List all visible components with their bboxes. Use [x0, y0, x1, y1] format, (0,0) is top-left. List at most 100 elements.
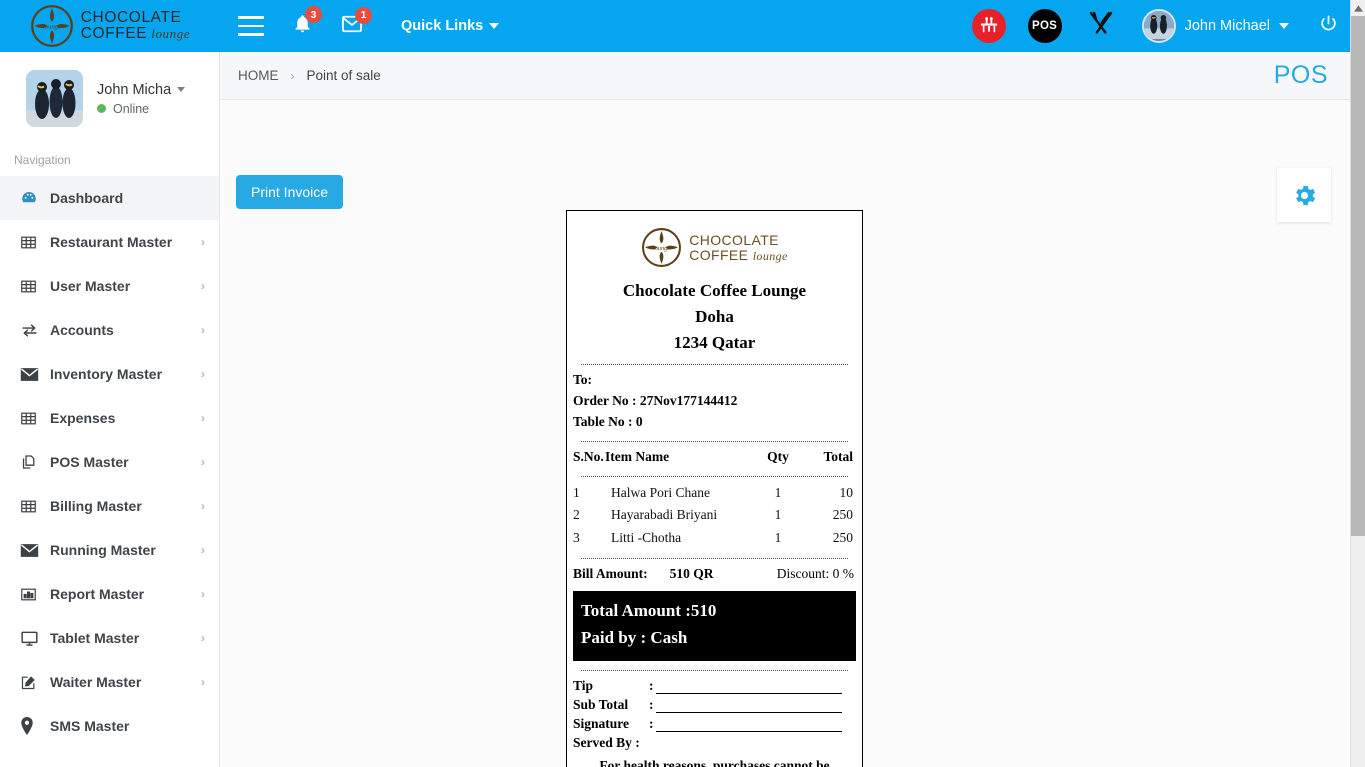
- settings-button[interactable]: [1277, 168, 1331, 222]
- sidebar-item-pos-master[interactable]: POS Master ›: [0, 440, 219, 484]
- chevron-down-icon: [1279, 23, 1289, 29]
- breadcrumb-current: Point of sale: [306, 68, 381, 83]
- discount-value: 0 %: [832, 565, 854, 581]
- quick-links-dropdown[interactable]: Quick Links: [401, 18, 500, 34]
- status-dot-icon: [97, 104, 106, 113]
- receipt-total-banner: Total Amount :510 Paid by : Cash: [573, 590, 856, 661]
- cutlery-button[interactable]: [1086, 9, 1116, 44]
- tip-field-row: Tip :: [571, 676, 858, 695]
- sidebar-item-dashboard[interactable]: Dashboard: [0, 176, 219, 220]
- notifications-badge: 3: [305, 6, 322, 23]
- chevron-right-icon: ›: [201, 675, 205, 689]
- monitor-icon: [20, 630, 50, 647]
- grid-icon: [20, 234, 50, 251]
- item-qty: 1: [774, 529, 782, 545]
- receipt-city: Doha: [695, 306, 734, 326]
- main-content: HOME › Point of sale POS Print Invoice l…: [220, 52, 1350, 767]
- sidebar-item-user-master[interactable]: User Master ›: [0, 264, 219, 308]
- bar-chart-icon: [20, 586, 50, 603]
- receipt-to-label: To:: [573, 372, 593, 388]
- sidebar-item-label: Running Master: [50, 542, 156, 558]
- profile-name-label: John Micha: [97, 81, 172, 98]
- sidebar-item-sms-master[interactable]: SMS Master: [0, 704, 219, 748]
- chevron-right-icon: ›: [201, 543, 205, 557]
- grid-icon: [20, 410, 50, 427]
- chocolate-coffee-lounge-logo-icon: lounge: [642, 228, 682, 267]
- fork-knife-icon: [1089, 11, 1112, 34]
- exchange-icon: [20, 322, 50, 339]
- divider: [581, 476, 848, 478]
- item-name: Litti -Chotha: [611, 529, 682, 545]
- sidebar-item-report-master[interactable]: Report Master ›: [0, 572, 219, 616]
- grid-icon: [20, 498, 50, 515]
- signature-label: Signature: [573, 715, 630, 731]
- chevron-right-icon: ›: [201, 455, 205, 469]
- chevron-right-icon: ›: [201, 499, 205, 513]
- column-header-total: Total: [823, 449, 853, 465]
- svg-text:lounge: lounge: [43, 24, 61, 31]
- chevron-right-icon: ›: [201, 411, 205, 425]
- sidebar-item-running-master[interactable]: Running Master ›: [0, 528, 219, 572]
- brand-logo-area[interactable]: lounge CHOCOLATE COFFEE lounge: [0, 0, 220, 52]
- avatar-image: [1143, 11, 1174, 39]
- receipt-items-list: 1 Halwa Pori Chane 1 10 2 Hayarabadi Briyani 1…: [571, 482, 858, 549]
- item-sno: 1: [573, 485, 580, 501]
- sidebar-item-accounts[interactable]: Accounts ›: [0, 308, 219, 352]
- bill-amount-label: Bill Amount:: [573, 565, 648, 581]
- column-header-qty: Qty: [767, 449, 789, 465]
- pos-button[interactable]: POS: [1027, 9, 1062, 43]
- receipt-table-header: S.No. Item Name Qty Total: [571, 447, 858, 467]
- sidebar-item-restaurant-master[interactable]: Restaurant Master ›: [0, 220, 219, 264]
- table-booking-button[interactable]: [971, 9, 1006, 43]
- receipt-address: 1234 Qatar: [673, 332, 756, 352]
- user-menu[interactable]: John Michael: [1141, 9, 1289, 43]
- page-scrollbar[interactable]: [1350, 0, 1365, 767]
- receipt-table-no: Table No : 0: [573, 413, 643, 429]
- divider: [581, 364, 848, 366]
- sidebar-item-inventory-master[interactable]: Inventory Master ›: [0, 352, 219, 396]
- sidebar-item-waiter-master[interactable]: Waiter Master ›: [0, 660, 219, 704]
- print-invoice-button[interactable]: Print Invoice: [236, 175, 344, 209]
- receipt-logo: lounge CHOCOLATE COFFEE lounge: [571, 227, 858, 268]
- divider: [581, 557, 848, 559]
- sidebar-item-label: SMS Master: [50, 718, 130, 734]
- sidebar-item-expenses[interactable]: Expenses ›: [0, 396, 219, 440]
- chocolate-coffee-lounge-logo-icon: lounge: [30, 5, 73, 47]
- paid-by-text: Paid by : Cash: [581, 627, 688, 647]
- breadcrumb-home[interactable]: HOME: [238, 68, 279, 83]
- scroll-up-arrow-icon[interactable]: [1351, 0, 1365, 16]
- notifications-button[interactable]: 3: [292, 6, 322, 39]
- colon: :: [649, 677, 654, 693]
- item-qty: 1: [774, 485, 782, 501]
- gear-icon: [1295, 185, 1315, 205]
- sidebar-item-label: Report Master: [50, 586, 145, 602]
- sidebar-nav-list: Dashboard Restaurant Master › User Master › A…: [0, 176, 219, 748]
- item-total: 250: [832, 507, 853, 523]
- receipt-store-name: Chocolate Coffee Lounge: [622, 281, 807, 300]
- breadcrumb-bar: HOME › Point of sale POS: [220, 52, 1350, 100]
- colon: :: [649, 715, 654, 731]
- bill-amount-value: 510 QR: [669, 565, 714, 581]
- divider: [581, 669, 848, 671]
- item-sno: 2: [573, 507, 580, 523]
- column-header-item: Item Name: [605, 449, 670, 465]
- item-qty: 1: [774, 507, 782, 523]
- colon: :: [649, 696, 654, 712]
- quick-links-label: Quick Links: [401, 18, 484, 34]
- chevron-down-icon: [489, 23, 500, 29]
- logout-button[interactable]: [1319, 14, 1338, 38]
- receipt-logo-line-2: COFFEE: [689, 246, 749, 263]
- hamburger-icon[interactable]: [238, 16, 264, 36]
- item-sno: 3: [573, 529, 580, 545]
- top-header: lounge CHOCOLATE COFFEE lounge 3 1 Quick…: [0, 0, 1350, 52]
- receipt-logo-line-1: CHOCOLATE: [689, 231, 779, 248]
- sidebar-item-label: Tablet Master: [50, 630, 140, 646]
- sidebar-item-tablet-master[interactable]: Tablet Master ›: [0, 616, 219, 660]
- sidebar-profile[interactable]: John Micha Online: [0, 52, 219, 143]
- item-name: Hayarabadi Briyani: [611, 507, 718, 523]
- scrollbar-thumb[interactable]: [1351, 16, 1365, 536]
- messages-button[interactable]: 1: [341, 6, 372, 39]
- sidebar-item-label: Accounts: [50, 322, 114, 338]
- sidebar: John Micha Online Navigation Dashboard Re…: [0, 52, 220, 767]
- sidebar-item-billing-master[interactable]: Billing Master ›: [0, 484, 219, 528]
